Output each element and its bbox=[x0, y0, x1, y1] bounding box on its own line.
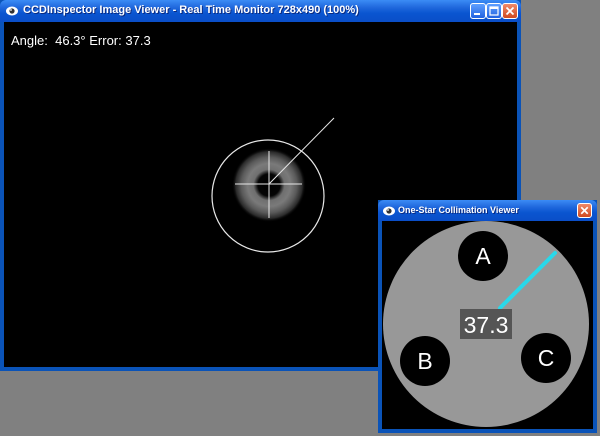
zone-c-label: C bbox=[538, 345, 555, 371]
app-icon bbox=[382, 204, 396, 218]
close-button[interactable] bbox=[577, 203, 592, 218]
maximize-icon bbox=[489, 6, 499, 16]
minimize-icon bbox=[474, 13, 480, 15]
maximize-button[interactable] bbox=[486, 3, 502, 19]
error-readout: 37.3 bbox=[464, 312, 509, 338]
close-icon bbox=[580, 206, 589, 215]
close-icon bbox=[505, 6, 515, 16]
minimize-button[interactable] bbox=[470, 3, 486, 19]
close-button[interactable] bbox=[502, 3, 518, 19]
collimation-viewer-window: One-Star Collimation Viewer A B C 37.3 bbox=[378, 200, 597, 433]
zone-b-label: B bbox=[417, 348, 432, 374]
window-title: CCDInspector Image Viewer - Real Time Mo… bbox=[23, 4, 359, 16]
collimation-canvas[interactable]: A B C 37.3 bbox=[382, 221, 593, 429]
collimation-diagram: A B C 37.3 bbox=[383, 221, 589, 427]
collimation-title: One-Star Collimation Viewer bbox=[398, 205, 519, 215]
zone-a-label: A bbox=[475, 243, 491, 269]
collimation-titlebar[interactable]: One-Star Collimation Viewer bbox=[378, 200, 597, 221]
image-viewer-titlebar[interactable]: CCDInspector Image Viewer - Real Time Mo… bbox=[0, 0, 521, 22]
app-icon bbox=[5, 4, 19, 18]
